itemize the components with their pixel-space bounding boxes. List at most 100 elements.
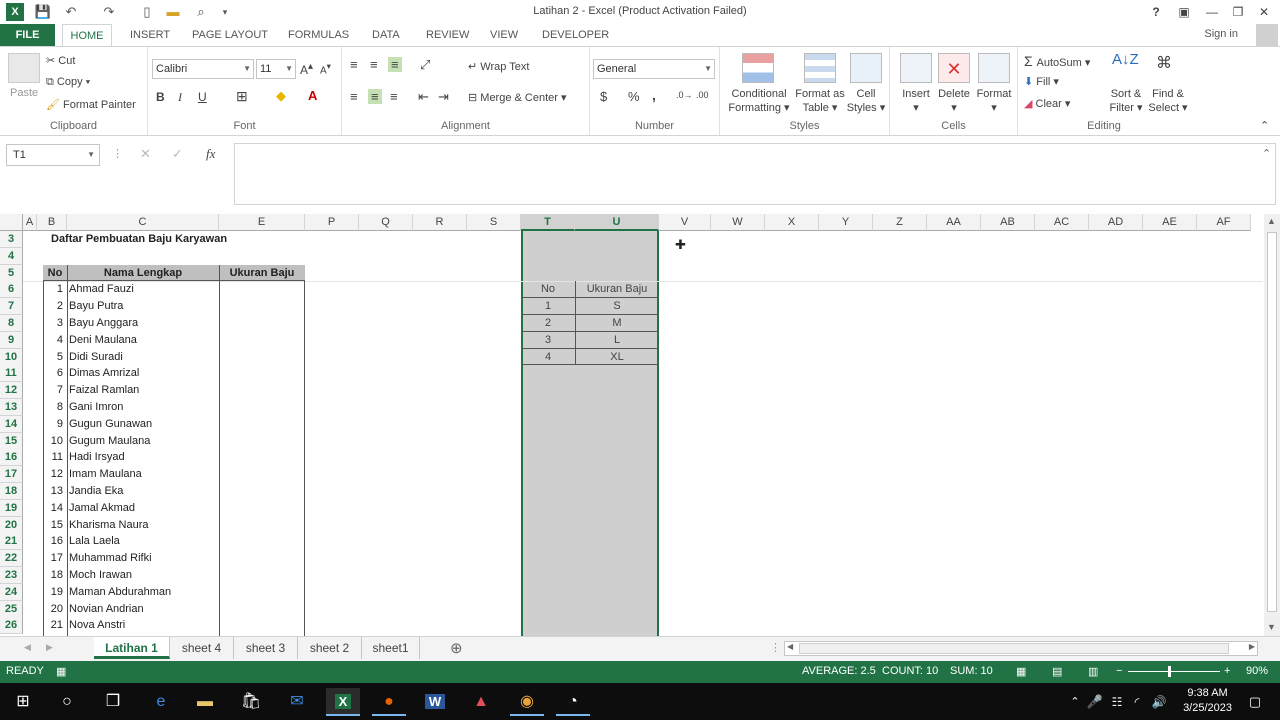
font-size-select[interactable]: 11 ▼	[256, 59, 296, 79]
employee-name[interactable]: Kharisma Naura	[69, 517, 217, 533]
formula-input[interactable]	[234, 143, 1276, 205]
cut-button[interactable]: ✂ Cut	[46, 54, 75, 67]
sheet-tab-latihan-1[interactable]: Latihan 1	[94, 637, 170, 659]
sheet-tab-sheet-4[interactable]: sheet 4	[170, 637, 234, 659]
firefox-icon[interactable]: ●	[372, 688, 406, 716]
column-header[interactable]: Z	[873, 214, 927, 231]
employee-name[interactable]: Bayu Anggara	[69, 315, 217, 331]
employee-no[interactable]: 19	[43, 584, 63, 600]
zoom-slider-thumb[interactable]	[1168, 666, 1171, 677]
row-header[interactable]: 17	[0, 466, 23, 484]
row-header[interactable]: 23	[0, 567, 23, 584]
horizontal-scrollbar-thumb[interactable]	[799, 643, 1229, 654]
column-header[interactable]: AC	[1035, 214, 1089, 231]
copy-button[interactable]: ⧉ Copy ▾	[46, 76, 90, 89]
name-box[interactable]: T1 ▼	[6, 144, 100, 166]
collapse-ribbon-icon[interactable]: ⌃	[1260, 119, 1269, 132]
column-header[interactable]: AE	[1143, 214, 1197, 231]
row-header[interactable]: 5	[0, 264, 23, 282]
column-header[interactable]: U	[575, 214, 659, 231]
size-header-ukuran[interactable]: Ukuran Baju	[575, 281, 659, 297]
sheet-tab-sheet-3[interactable]: sheet 3	[234, 637, 298, 659]
row-header[interactable]: 25	[0, 600, 23, 618]
zoom-level[interactable]: 90%	[1246, 665, 1268, 677]
header-ukuran-baju[interactable]: Ukuran Baju	[219, 265, 305, 281]
employee-name[interactable]: Gugun Gunawan	[69, 416, 217, 432]
row-header[interactable]: 14	[0, 415, 23, 433]
size-header-no[interactable]: No	[521, 281, 575, 297]
notification-icon[interactable]: ▢	[1238, 688, 1272, 716]
employee-name[interactable]: Jandia Eka	[69, 483, 217, 499]
column-header[interactable]: AB	[981, 214, 1035, 231]
scroll-right-icon[interactable]: ▶	[1249, 642, 1255, 651]
column-header[interactable]: X	[765, 214, 819, 231]
employee-no[interactable]: 13	[43, 483, 63, 499]
expand-formula-icon[interactable]: ⌃	[1262, 147, 1271, 160]
row-header[interactable]: 9	[0, 331, 23, 349]
insert-function-button[interactable]: fx	[206, 146, 215, 162]
format-cells-icon[interactable]	[978, 53, 1010, 83]
scroll-left-icon[interactable]: ◀	[787, 642, 793, 651]
excel-taskbar-icon[interactable]: X	[326, 688, 360, 716]
increase-indent-icon[interactable]: ⇥	[438, 89, 449, 105]
size-value[interactable]: XL	[575, 349, 659, 365]
employee-name[interactable]: Hadi Irsyad	[69, 449, 217, 465]
employee-name[interactable]: Didi Suradi	[69, 349, 217, 365]
employee-no[interactable]: 17	[43, 550, 63, 566]
employee-name[interactable]: Deni Maulana	[69, 332, 217, 348]
employee-name[interactable]: Imam Maulana	[69, 466, 217, 482]
tab-home[interactable]: HOME	[62, 24, 112, 47]
decrease-font-icon[interactable]: A▾	[320, 61, 331, 76]
scroll-up-icon[interactable]: ▲	[1267, 216, 1276, 226]
format-as-table-icon[interactable]	[804, 53, 836, 83]
row-header[interactable]: 13	[0, 399, 23, 416]
restore-button[interactable]: ❐	[1226, 2, 1250, 22]
row-header[interactable]: 24	[0, 583, 23, 601]
column-header[interactable]: AA	[927, 214, 981, 231]
delete-cells-icon[interactable]: ✕	[938, 53, 970, 83]
macro-record-icon[interactable]: ▦	[56, 665, 66, 678]
employee-name[interactable]: Muhammad Rifki	[69, 550, 217, 566]
find-select-button[interactable]: Find & Select ▾	[1146, 87, 1190, 115]
cortana-icon[interactable]: ○	[50, 688, 84, 716]
screen-recorder-icon[interactable]: ◔	[556, 688, 590, 716]
align-middle-icon[interactable]: ≡	[370, 57, 378, 72]
employee-no[interactable]: 18	[43, 567, 63, 583]
align-top-icon[interactable]: ≡	[350, 57, 358, 72]
row-header[interactable]: 6	[0, 281, 23, 299]
column-header[interactable]: Q	[359, 214, 413, 231]
row-header[interactable]: 11	[0, 365, 23, 383]
header-no[interactable]: No	[43, 265, 67, 281]
column-header[interactable]: AF	[1197, 214, 1251, 231]
fill-color-icon[interactable]: ◆	[276, 88, 286, 104]
autosum-button[interactable]: Σ AutoSum ▾	[1024, 53, 1090, 69]
italic-button[interactable]: I	[178, 90, 182, 105]
column-header[interactable]: P	[305, 214, 359, 231]
employee-name[interactable]: Dimas Amrizal	[69, 365, 217, 381]
page-layout-view-icon[interactable]: ▤	[1052, 665, 1062, 678]
employee-name[interactable]: Faizal Ramlan	[69, 382, 217, 398]
tab-view[interactable]: VIEW	[486, 24, 522, 46]
employee-no[interactable]: 7	[43, 382, 63, 398]
decrease-decimal-icon[interactable]: .00	[696, 90, 709, 100]
zoom-slider[interactable]	[1128, 671, 1220, 672]
column-header[interactable]: Y	[819, 214, 873, 231]
employee-no[interactable]: 9	[43, 416, 63, 432]
employee-name[interactable]: Novian Andrian	[69, 601, 217, 617]
row-header[interactable]: 18	[0, 483, 23, 500]
column-header[interactable]: V	[659, 214, 711, 231]
normal-view-icon[interactable]: ▦	[1016, 665, 1026, 678]
fill-button[interactable]: ⬇ Fill ▾	[1024, 75, 1059, 88]
employee-no[interactable]: 1	[43, 281, 63, 297]
font-color-icon[interactable]: A	[308, 88, 317, 103]
employee-no[interactable]: 8	[43, 399, 63, 415]
page-break-view-icon[interactable]: ▥	[1088, 665, 1098, 678]
row-header[interactable]: 7	[0, 298, 23, 316]
vertical-scrollbar[interactable]: ▲ ▼	[1264, 214, 1280, 636]
format-button[interactable]: Format ▾	[972, 87, 1016, 115]
close-button[interactable]: ✕	[1252, 2, 1276, 22]
row-header[interactable]: 10	[0, 348, 23, 366]
currency-button[interactable]: $	[600, 89, 607, 104]
size-value[interactable]: L	[575, 332, 659, 348]
file-explorer-icon[interactable]: ▬	[188, 688, 222, 716]
